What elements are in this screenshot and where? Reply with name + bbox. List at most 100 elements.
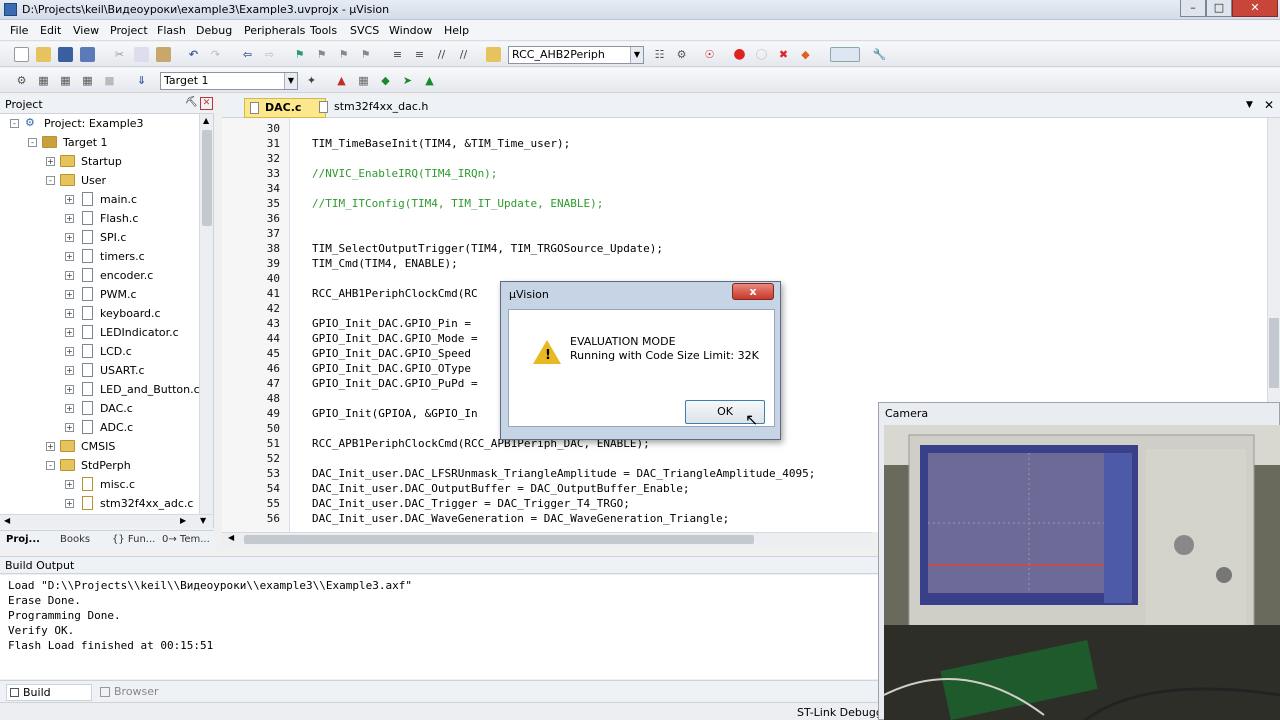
new-file-icon[interactable] [14,47,29,62]
manage-project-icon[interactable]: ▲ [334,73,349,88]
tree-item-file[interactable]: + LEDIndicator.c [0,324,200,342]
redo-icon[interactable]: ↷ [208,47,223,62]
rebuild-icon[interactable]: ▦ [58,73,73,88]
maximize-button[interactable]: □ [1206,0,1232,17]
editor-close-icon[interactable]: ✕ [1264,98,1274,112]
pack-installer-icon[interactable]: ◆ [378,73,393,88]
expand-icon[interactable]: + [65,423,74,432]
select-packs-icon[interactable]: ▦ [356,73,371,88]
indent-icon[interactable]: ≡ [390,47,405,62]
expand-icon[interactable]: + [46,442,55,451]
collapse-icon[interactable]: - [10,119,19,128]
menu-file[interactable]: File [10,24,28,37]
cut-icon[interactable]: ✂ [112,47,127,62]
menu-debug[interactable]: Debug [196,24,232,37]
menu-flash[interactable]: Flash [157,24,186,37]
tab-books[interactable]: Books [60,534,90,545]
collapse-icon[interactable]: - [46,176,55,185]
nav-back-icon[interactable]: ⇦ [240,47,255,62]
tree-item-file[interactable]: + SPI.c [0,229,200,247]
disable-breakpoint-icon[interactable]: ○ [754,47,769,62]
configure-icon[interactable]: 🔧 [872,47,887,62]
expand-icon[interactable]: + [65,195,74,204]
menu-peripherals[interactable]: Peripherals [244,24,305,37]
scrollbar-thumb[interactable] [202,130,212,226]
expand-icon[interactable]: + [65,309,74,318]
tree-item-file[interactable]: + timers.c [0,248,200,266]
menu-tools[interactable]: Tools [310,24,337,37]
scroll-right-icon[interactable]: ▶ [180,516,186,525]
bookmark-icon[interactable]: ⚑ [292,47,307,62]
comment-icon[interactable]: // [434,47,449,62]
kill-breakpoints-icon[interactable]: ✖ [776,47,791,62]
nav-forward-icon[interactable]: ⇨ [262,47,277,62]
unindent-icon[interactable]: ≡ [412,47,427,62]
manage-rte-icon[interactable]: ➤ [400,73,415,88]
dialog-close-button[interactable]: x [732,283,774,300]
open-folder-icon[interactable] [36,47,51,62]
tree-item-file[interactable]: + keyboard.c [0,305,200,323]
panel-close-icon[interactable]: ✕ [200,97,213,110]
tab-list-icon[interactable]: ▼ [1246,100,1253,110]
expand-icon[interactable]: + [65,404,74,413]
build-icon[interactable]: ▦ [36,73,51,88]
tree-item-file[interactable]: + LCD.c [0,343,200,361]
uncomment-icon[interactable]: // [456,47,471,62]
debug-session-icon[interactable]: ☉ [702,47,717,62]
tree-item-file[interactable]: + USART.c [0,362,200,380]
tree-horizontal-scrollbar[interactable]: ◀ ▶ ▼ [0,514,213,528]
menu-project[interactable]: Project [110,24,148,37]
stop-build-icon[interactable]: ■ [102,73,117,88]
collapse-icon[interactable]: - [46,461,55,470]
close-button[interactable]: ✕ [1232,0,1278,17]
save-all-icon[interactable] [80,47,95,62]
tree-item-folder[interactable]: - User [0,172,200,190]
editor-horizontal-scrollbar[interactable]: ◀ [222,532,872,546]
paste-icon[interactable] [156,47,171,62]
copy-icon[interactable] [134,47,149,62]
expand-icon[interactable]: + [65,366,74,375]
expand-icon[interactable]: + [65,328,74,337]
batch-build-icon[interactable]: ▦ [80,73,95,88]
expand-icon[interactable]: + [65,480,74,489]
tab-build-output[interactable]: Build Output [6,684,92,714]
save-icon[interactable] [58,47,73,62]
minimize-button[interactable]: – [1180,0,1206,17]
pin-icon[interactable]: ⛏ [185,97,198,108]
translate-icon[interactable]: ⚙ [14,73,29,88]
menu-svcs[interactable]: SVCS [350,24,379,37]
menu-edit[interactable]: Edit [40,24,61,37]
tree-item-file[interactable]: + Flash.c [0,210,200,228]
prev-bookmark-icon[interactable]: ⚑ [314,47,329,62]
scroll-left-icon[interactable]: ◀ [228,533,234,542]
expand-icon[interactable]: + [65,252,74,261]
tree-item-file[interactable]: + main.c [0,191,200,209]
undo-icon[interactable]: ↶ [186,47,201,62]
expand-icon[interactable]: + [65,290,74,299]
expand-icon[interactable]: + [65,214,74,223]
tree-item-folder[interactable]: + CMSIS [0,438,200,456]
scrollbar-thumb[interactable] [244,535,754,544]
tree-item-file[interactable]: + stm32f4xx_adc.c [0,495,200,513]
tree-item-folder[interactable]: - StdPerph [0,457,200,475]
expand-icon[interactable]: + [65,233,74,242]
tab-stm32f4xx-dac-h[interactable]: stm32f4xx_dac.h [314,98,428,118]
scroll-down-icon[interactable]: ▼ [200,516,206,525]
target-combo[interactable]: Target 1 ▼ [160,72,298,90]
breakpoint-icon[interactable]: ● [732,47,747,62]
tab-project[interactable]: Proj... [6,534,40,545]
window-layout-icon[interactable] [830,47,860,62]
collapse-icon[interactable]: - [28,138,37,147]
menu-view[interactable]: View [73,24,99,37]
tree-item-file[interactable]: + encoder.c [0,267,200,285]
tree-item-target[interactable]: - Target 1 [0,134,200,152]
tab-templates[interactable]: 0→ Tem... [162,534,210,545]
expand-icon[interactable]: + [65,385,74,394]
rte-components-icon[interactable]: ▲ [422,73,437,88]
find-combo[interactable]: RCC_AHB2Periph ▼ [508,46,644,64]
clear-bookmarks-icon[interactable]: ⚑ [358,47,373,62]
tab-browser[interactable]: Browser [98,685,159,698]
find-icon[interactable]: ☷ [652,47,667,62]
target-options-icon[interactable]: ✦ [304,73,319,88]
chevron-down-icon[interactable]: ▼ [630,47,643,63]
